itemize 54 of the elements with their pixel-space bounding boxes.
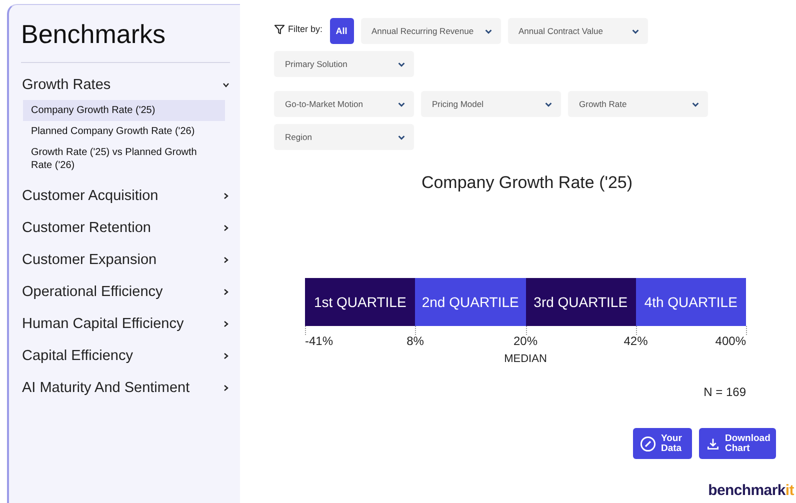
filter-dropdown[interactable]: Go-to-Market Motion [274,91,414,117]
chevron-icon [222,192,230,200]
quartile-segment: 3rd QUARTILE [526,278,636,326]
sidebar-section[interactable]: Customer Acquisition [21,184,240,208]
chevron-icon [222,224,230,232]
chevron-down-icon [544,100,553,108]
download-icon [706,436,720,450]
quartile-value: -41% [305,334,334,348]
chevron-down-icon [691,100,700,108]
sidebar-section[interactable]: Growth Rates [21,73,240,97]
median-label: MEDIAN [503,353,548,365]
filter-dropdown[interactable]: Pricing Model [421,91,561,117]
chevron-down-icon [397,132,406,142]
quartile-value: 20% [513,334,538,348]
chevron-icon [222,81,230,89]
sidebar-section[interactable]: Customer Retention [21,216,240,240]
sample-size: N = 169 [704,385,746,399]
quartile-value: 42% [624,334,648,348]
chevron-down-icon [484,26,493,36]
action-button[interactable]: Your Data [633,428,692,459]
quartile-value: 8% [406,334,424,348]
sidebar-item[interactable]: Growth Rate ('25) vs Planned Growth Rate ('26) [23,142,225,176]
filter-dropdown[interactable]: Annual Recurring Revenue [360,18,501,44]
filter-dropdown[interactable]: Annual Contract Value [508,18,648,44]
sidebar-section[interactable]: Customer Expansion [21,248,240,272]
filter-dropdown[interactable]: Region [274,124,414,150]
sidebar-section[interactable]: Operational Efficiency [21,280,240,304]
quartile-value: 400% [715,334,746,348]
quartile-segment: 2nd QUARTILE [415,278,526,326]
chevron-icon [222,352,230,360]
filter-dropdown[interactable]: Growth Rate [568,91,708,117]
chart-title: Company Growth Rate ('25) [420,173,634,193]
all-button[interactable]: All [330,18,354,44]
chevron-icon [222,384,230,392]
sidebar-section[interactable]: AI Maturity And Sentiment [21,376,240,400]
chevron-icon [222,256,230,264]
action-button[interactable]: Download Chart [699,428,776,459]
sidebar-section[interactable]: Capital Efficiency [21,344,240,368]
sidebar-title: Benchmarks [21,19,166,50]
chevron-icon [222,320,230,328]
chevron-down-icon [397,60,406,68]
filter-icon [274,24,285,35]
quartile-segment: 4th QUARTILE [636,278,746,326]
sidebar-item[interactable]: Planned Company Growth Rate ('26) [23,121,225,142]
filter-label: Filter by: [288,24,323,34]
sidebar-item[interactable]: Company Growth Rate ('25) [23,100,225,121]
quartile-segment: 1st QUARTILE [305,278,416,326]
pencil-circle-icon [640,436,656,452]
logo: benchmarkit [708,482,794,499]
sidebar-section[interactable]: Human Capital Efficiency [21,312,240,336]
chevron-icon [222,288,230,296]
filter-dropdown[interactable]: Primary Solution [274,51,414,77]
chevron-down-icon [630,26,640,36]
chevron-down-icon [397,100,406,108]
